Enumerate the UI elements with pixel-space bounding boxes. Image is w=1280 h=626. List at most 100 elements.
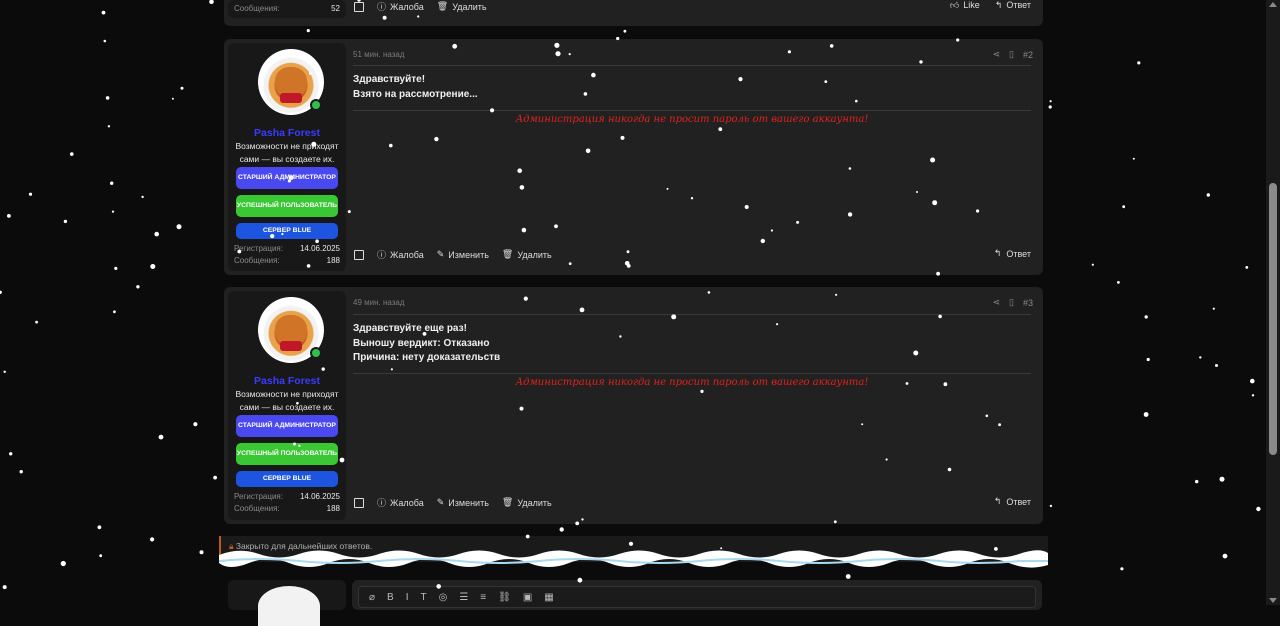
snowflake: [1256, 506, 1261, 512]
reply-button[interactable]: ↰ Ответ: [994, 496, 1031, 507]
page-scrollbar[interactable]: [1266, 0, 1280, 605]
post-body: Здравствуйте! Взято на рассмотрение...: [353, 74, 478, 100]
post-number[interactable]: #2: [1023, 50, 1033, 60]
report-icon: ⓘ: [377, 250, 387, 260]
user-cell: Pasha Forest Возможности не приходят сам…: [228, 43, 346, 271]
delete-button[interactable]: 🗑︎ Удалить: [437, 1, 487, 12]
badge-senior-admin: СТАРШИЙ АДМИНИСТРАТОР: [236, 415, 338, 437]
snowflake: [1250, 378, 1255, 384]
post-tools: ⋖ ▯ #2: [992, 49, 1033, 60]
image-icon[interactable]: ▣: [523, 592, 532, 603]
post-number[interactable]: #3: [1023, 298, 1033, 308]
bookmark-icon[interactable]: ▯: [1009, 297, 1014, 308]
reply-user-cell: [228, 580, 346, 626]
select-checkbox[interactable]: [354, 1, 364, 12]
pencil-icon: ✎: [436, 249, 445, 259]
snowflake: [103, 39, 107, 43]
align-icon[interactable]: ≡: [480, 592, 486, 603]
snowflake: [306, 29, 310, 33]
select-checkbox[interactable]: [354, 497, 364, 508]
snowflake: [97, 525, 102, 530]
snowflake: [141, 195, 144, 199]
scroll-up-arrow[interactable]: [1269, 2, 1277, 7]
snowflake: [845, 574, 851, 579]
post-tools: ⋖ ▯ #3: [992, 297, 1033, 308]
like-button[interactable]: 👍︎ Like: [950, 0, 980, 11]
scrollbar-thumb[interactable]: [1269, 183, 1277, 455]
snowflake: [1137, 61, 1141, 65]
reply-icon: ↰: [993, 248, 1002, 258]
reply-button[interactable]: ↰ Ответ: [994, 248, 1031, 259]
user-cell: Pasha Forest Возможности не приходят сам…: [228, 291, 346, 520]
post-time[interactable]: 51 мин. назад: [353, 50, 405, 59]
avatar: [258, 586, 320, 626]
snowflake: [180, 86, 184, 90]
italic-icon[interactable]: I: [406, 592, 409, 603]
clear-format-icon[interactable]: ⌀: [369, 592, 375, 603]
report-button[interactable]: ⓘ Жалоба: [377, 496, 424, 509]
snowflake: [199, 550, 204, 555]
post-body: Здравствуйте еще раз! Выношу вердикт: От…: [353, 323, 501, 363]
signature-divider: [353, 373, 1031, 374]
snowflake: [99, 554, 103, 558]
report-button[interactable]: ⓘ Жалоба: [377, 0, 424, 13]
pencil-icon: ✎: [436, 497, 445, 507]
color-icon[interactable]: ◎: [439, 592, 448, 603]
messages-stat: Сообщения: 188: [234, 256, 340, 265]
snowflake: [1120, 567, 1124, 571]
snowflake: [19, 470, 23, 474]
registration-stat: Регистрация: 14.06.2025: [234, 244, 340, 253]
snowflake: [559, 527, 564, 532]
edit-button[interactable]: ✎ Изменить: [437, 249, 489, 260]
reply-button[interactable]: ↰ Ответ: [995, 0, 1031, 11]
snowflake: [176, 224, 182, 230]
snowflake: [1049, 504, 1053, 508]
badge-successful-user: УСПЕШНЫЙ ПОЛЬЗОВАТЕЛЬ: [236, 443, 338, 465]
share-icon[interactable]: ⋖: [992, 49, 1000, 60]
scroll-down-arrow[interactable]: [1269, 598, 1277, 603]
delete-button[interactable]: 🗑︎ Удалить: [502, 249, 552, 260]
snowflake: [1206, 193, 1211, 197]
snowflake: [1215, 364, 1218, 367]
trash-icon: 🗑︎: [501, 249, 514, 259]
snowflake: [110, 181, 114, 185]
trash-icon: 🗑︎: [501, 497, 514, 507]
list-icon[interactable]: ☰: [459, 592, 468, 603]
share-icon[interactable]: ⋖: [992, 297, 1000, 308]
badge-successful-user: УСПЕШНЫЙ ПОЛЬЗОВАТЕЛЬ: [236, 195, 338, 217]
messages-stat: Сообщения: 188: [234, 504, 340, 513]
post-time[interactable]: 49 мин. назад: [353, 298, 405, 307]
edit-button[interactable]: ✎ Изменить: [437, 497, 489, 508]
snowflake: [6, 214, 11, 218]
reply-editor: ⌀ B I T ◎ ☰ ≡ ⛓︎ ▣ ▦: [352, 580, 1042, 610]
snowflake: [1251, 394, 1255, 397]
thumbs-up-icon: 👍︎: [949, 0, 960, 10]
post-actions: ⓘ Жалоба ✎ Изменить 🗑︎ Удалить: [354, 248, 552, 261]
snowflake: [35, 320, 38, 324]
text-size-icon[interactable]: T: [420, 592, 426, 603]
snowflake: [28, 192, 33, 196]
messages-stat: Сообщения: 52: [234, 4, 340, 13]
divider: [353, 65, 1031, 66]
online-indicator: [310, 99, 322, 111]
delete-button[interactable]: 🗑︎ Удалить: [502, 497, 552, 508]
snowflake: [70, 152, 74, 156]
snowflake: [1222, 553, 1228, 559]
username[interactable]: Pasha Forest: [228, 127, 346, 139]
user-title: Возможности не приходят сами — вы создае…: [235, 141, 339, 164]
snowflake: [209, 0, 214, 5]
media-icon[interactable]: ▦: [544, 592, 553, 603]
bold-icon[interactable]: B: [387, 592, 394, 603]
trash-icon: 🗑︎: [436, 1, 449, 11]
report-button[interactable]: ⓘ Жалоба: [377, 248, 424, 261]
username[interactable]: Pasha Forest: [228, 375, 346, 387]
snowflake: [63, 219, 68, 224]
online-indicator: [310, 347, 322, 359]
select-checkbox[interactable]: [354, 249, 364, 260]
snow-wave-decoration: [219, 550, 1048, 568]
snowflake: [1212, 307, 1215, 310]
link-icon[interactable]: ⛓︎: [498, 592, 511, 603]
bookmark-icon[interactable]: ▯: [1009, 49, 1014, 60]
snowflake: [1122, 205, 1126, 209]
divider: [353, 314, 1031, 315]
